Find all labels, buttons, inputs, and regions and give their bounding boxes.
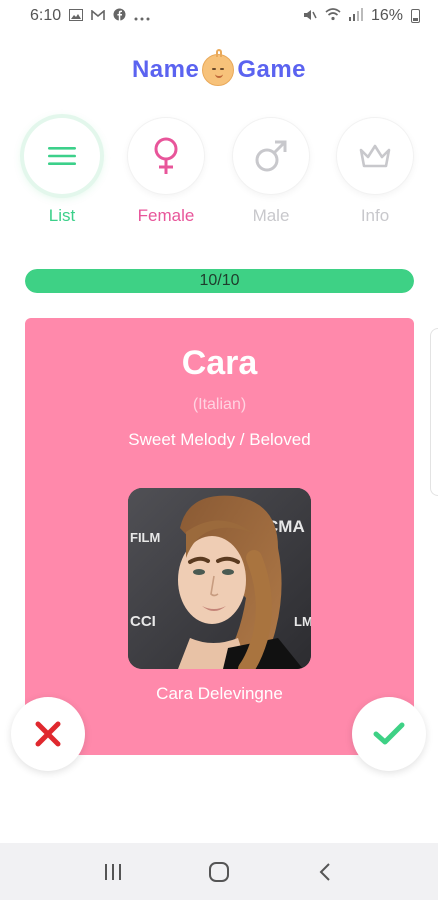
category-tabs: List Female Male Info: [0, 118, 438, 228]
more-icon: [134, 9, 150, 24]
card-origin: (Italian): [192, 396, 247, 413]
tab-info-circle[interactable]: [337, 118, 413, 194]
photo-caption: Cara Delevingne: [156, 684, 283, 703]
backdrop-text-film: FILM: [130, 530, 160, 545]
progress-text: 10/10: [199, 272, 240, 289]
facebook-icon: [113, 8, 126, 24]
back-button[interactable]: [305, 852, 345, 892]
tab-male-circle[interactable]: [233, 118, 309, 194]
tab-male[interactable]: Male: [226, 118, 316, 228]
male-icon: [255, 140, 287, 172]
tab-info[interactable]: Info: [330, 118, 420, 228]
app-logo: Name Game: [0, 49, 438, 90]
tab-male-label: Male: [252, 206, 290, 225]
screen: 6:10 16% Name Game List Female Male Info…: [0, 0, 438, 900]
crown-icon: [359, 144, 391, 168]
home-icon: [209, 861, 229, 882]
name-card[interactable]: Cara (Italian) Sweet Melody / Beloved FI…: [25, 318, 414, 755]
close-icon: [35, 721, 61, 747]
gallery-icon: [69, 8, 84, 24]
wifi-icon: [325, 8, 341, 24]
status-time: 6:10: [30, 7, 62, 24]
tab-female-circle[interactable]: [128, 118, 204, 194]
battery-percent: 16%: [370, 7, 403, 24]
tab-list-circle[interactable]: [24, 118, 100, 194]
female-icon: [154, 137, 178, 174]
battery-icon: [411, 9, 420, 23]
logo-word-game: Game: [237, 56, 307, 83]
accept-button[interactable]: [352, 697, 426, 771]
status-bar: 6:10 16%: [0, 0, 438, 32]
system-nav-bar: [0, 843, 438, 900]
list-icon: [48, 147, 76, 165]
baby-face-icon: [202, 49, 235, 86]
next-card-peek: [430, 328, 438, 496]
signal-icon: [348, 8, 363, 24]
gmail-icon: [91, 8, 105, 24]
tab-list[interactable]: List: [17, 118, 107, 228]
recent-apps-icon: [105, 863, 121, 880]
card-name: Cara: [181, 344, 258, 382]
tab-female-label: Female: [137, 206, 195, 225]
tab-list-label: List: [48, 206, 76, 225]
back-icon: [319, 862, 330, 881]
mute-icon: [303, 8, 317, 25]
home-button[interactable]: [199, 852, 239, 892]
recent-apps-button[interactable]: [93, 852, 133, 892]
status-left: 6:10: [30, 7, 150, 25]
tab-female[interactable]: Female: [121, 118, 211, 228]
backdrop-text-lm: LM: [294, 614, 311, 629]
card-meaning: Sweet Melody / Beloved: [128, 430, 311, 449]
tab-info-label: Info: [360, 206, 390, 225]
check-icon: [373, 722, 405, 745]
celebrity-photo: FILM CMA CCI LM: [128, 488, 311, 669]
logo-word-name: Name: [131, 56, 200, 83]
progress-bar: 10/10: [25, 269, 414, 293]
reject-button[interactable]: [11, 697, 85, 771]
status-right: 16%: [303, 7, 420, 25]
backdrop-text-cci: CCI: [130, 613, 156, 630]
